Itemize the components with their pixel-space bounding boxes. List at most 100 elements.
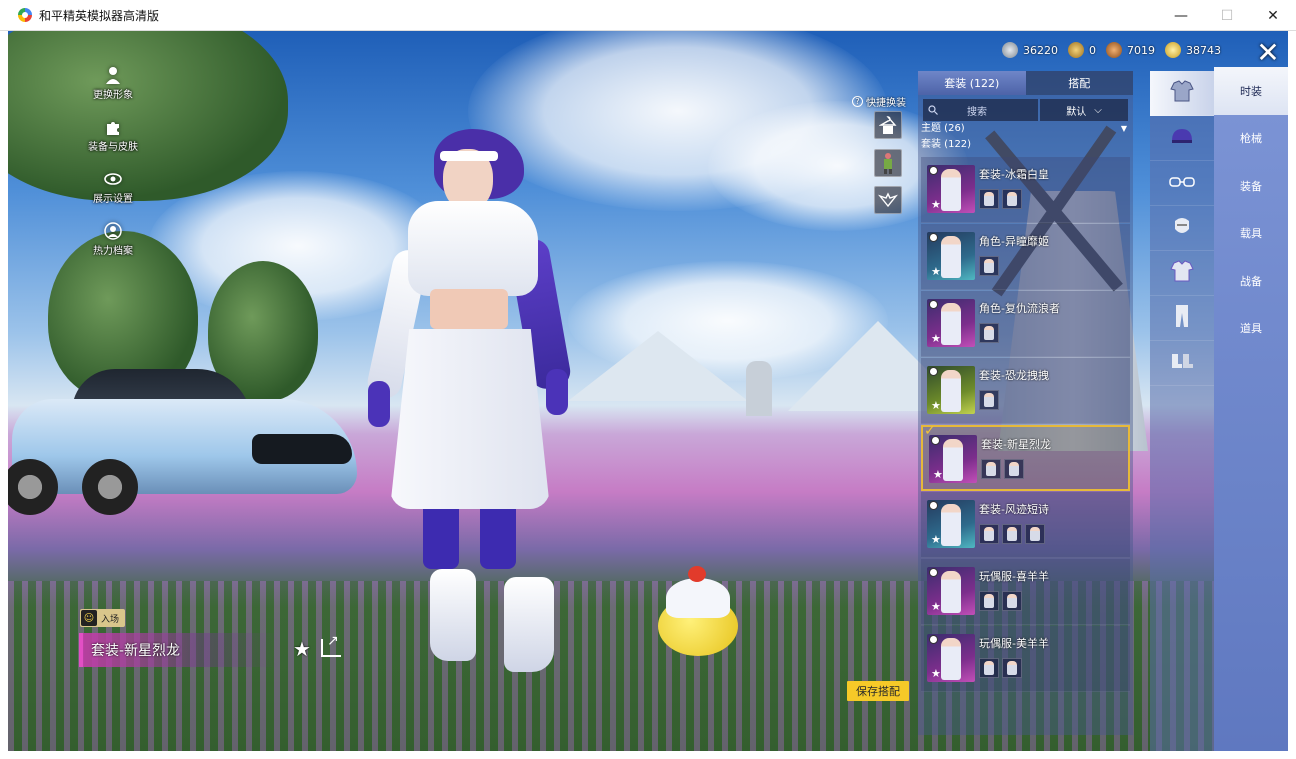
category-tab[interactable]: 战备: [1214, 257, 1288, 305]
share-icon[interactable]: [321, 633, 341, 657]
checkmark-icon: ✓: [924, 423, 936, 439]
category-top-button[interactable]: [1150, 251, 1214, 296]
outfit-part-figure: [984, 393, 994, 407]
outfit-list-item[interactable]: ★ 套装-恐龙拽拽: [921, 358, 1130, 424]
window-controls: — ☐ ✕: [1158, 0, 1296, 31]
figure-icon: [884, 153, 892, 174]
outfit-figure: [941, 571, 961, 613]
entry-badge[interactable]: ☺ 入场: [80, 609, 126, 627]
outfit-part-thumb[interactable]: [1025, 524, 1045, 544]
outfit-part-thumb[interactable]: [979, 256, 999, 276]
eye-icon: [104, 170, 122, 188]
outfit-part-figure: [984, 259, 994, 273]
category-mask-button[interactable]: [1150, 206, 1214, 251]
outfit-part-thumb[interactable]: [1002, 658, 1022, 678]
outfit-thumbnail: ★: [929, 435, 977, 483]
tab-combos[interactable]: 搭配: [1025, 71, 1133, 95]
outfit-list-item[interactable]: ★ 玩偶服-喜羊羊: [921, 559, 1130, 625]
outfit-list-item[interactable]: ★ 角色-异瞳靡姬: [921, 224, 1130, 290]
left-menu: 更换形象 装备与皮肤 展示设置 热力档案: [68, 66, 158, 274]
outfit-part-thumb[interactable]: [1004, 459, 1024, 479]
game-close-button[interactable]: ✕: [1252, 37, 1284, 69]
quick-slot-hanger[interactable]: [874, 111, 902, 139]
category-tab[interactable]: 载具: [1214, 210, 1288, 258]
category-theme[interactable]: 主题 (26) ▼: [918, 121, 1133, 137]
outfit-list-item[interactable]: ★ 套装-冰霜白皇: [921, 157, 1130, 223]
outfit-list-item[interactable]: ★ 玩偶服-美羊羊: [921, 626, 1130, 692]
outfit-part-thumb[interactable]: [1002, 524, 1022, 544]
rarity-badge-icon: [929, 233, 938, 242]
category-label-column: 时装 枪械 装备 载具 战备 道具: [1214, 67, 1288, 751]
outfit-thumbnail: ★: [927, 299, 975, 347]
search-placeholder: 搜索: [967, 106, 987, 118]
category-shoes-button[interactable]: [1150, 341, 1214, 386]
outfit-part-figure: [984, 594, 994, 608]
gold-medal-icon: [1068, 42, 1084, 58]
sort-label: 默认: [1066, 106, 1087, 118]
wings-icon: [878, 192, 898, 208]
menu-change-appearance[interactable]: 更换形象: [68, 66, 158, 118]
outfit-thumbnail: ★: [927, 567, 975, 615]
category-outfit-button[interactable]: [1150, 71, 1214, 116]
outfit-part-thumb[interactable]: [981, 459, 1001, 479]
outfit-part-thumb[interactable]: [1002, 591, 1022, 611]
category-suit[interactable]: 套装 (122): [918, 137, 1133, 153]
outfit-parts: [979, 189, 1022, 209]
category-tab[interactable]: 枪械: [1214, 115, 1288, 163]
menu-display-settings[interactable]: 展示设置: [68, 170, 158, 222]
outfit-part-figure: [984, 527, 994, 541]
outfit-icon: [1169, 79, 1195, 107]
outfit-part-figure: [984, 661, 994, 675]
save-outfit-button[interactable]: 保存搭配: [847, 681, 909, 701]
outfit-name: 角色-异瞳靡姬: [979, 235, 1049, 248]
category-tab[interactable]: 时装: [1214, 67, 1288, 115]
category-tab[interactable]: 装备: [1214, 162, 1288, 210]
outfit-part-figure: [986, 462, 996, 476]
outfit-part-thumb[interactable]: [1002, 189, 1022, 209]
player-character[interactable]: [364, 129, 573, 672]
quick-slot-emblem[interactable]: [874, 186, 902, 214]
currency-value: 38743: [1186, 43, 1221, 57]
outfit-part-thumb[interactable]: [979, 591, 999, 611]
outfit-figure: [941, 370, 961, 412]
outfit-list-item[interactable]: ★ ✓ 套装-新星烈龙: [921, 423, 1130, 491]
helmet-icon: [1170, 127, 1194, 149]
chevron-down-icon: ⌵: [1094, 104, 1102, 116]
minimize-button[interactable]: —: [1158, 0, 1204, 31]
category-pants-button[interactable]: [1150, 296, 1214, 341]
mask-icon: [1173, 215, 1191, 241]
quick-slot-outfit[interactable]: [874, 149, 902, 177]
currency-bronze: 7019: [1106, 42, 1155, 58]
currency-value: 7019: [1127, 43, 1155, 57]
outfit-part-thumb[interactable]: [979, 524, 999, 544]
outfit-part-thumb[interactable]: [979, 323, 999, 343]
outfit-figure: [943, 439, 963, 481]
tab-suits[interactable]: 套装 (122): [918, 71, 1026, 95]
favorite-star-icon[interactable]: ★: [293, 637, 311, 661]
category-goggles-button[interactable]: [1150, 161, 1214, 206]
star-icon: ★: [931, 667, 941, 680]
outfit-name: 套装-冰霜白皇: [979, 168, 1049, 181]
category-tab[interactable]: 道具: [1214, 305, 1288, 353]
search-input[interactable]: 搜索: [923, 99, 1038, 121]
outfit-part-figure: [1009, 462, 1019, 476]
menu-heat-profile[interactable]: 热力档案: [68, 222, 158, 274]
category-helmet-button[interactable]: [1150, 116, 1214, 161]
outfit-part-thumb[interactable]: [979, 390, 999, 410]
outfit-part-figure: [1007, 661, 1017, 675]
outfit-thumbnail: ★: [927, 232, 975, 280]
quick-change-label[interactable]: ? 快捷换装: [852, 94, 906, 109]
window-close-button[interactable]: ✕: [1250, 0, 1296, 31]
sort-dropdown[interactable]: 默认 ⌵: [1040, 99, 1128, 121]
rarity-badge-icon: [929, 166, 938, 175]
outfit-part-thumb[interactable]: [979, 658, 999, 678]
star-icon: ★: [931, 399, 941, 412]
outfit-part-thumb[interactable]: [979, 189, 999, 209]
menu-equipment-skins[interactable]: 装备与皮肤: [68, 118, 158, 170]
outfit-list-item[interactable]: ★ 套装-风迹短诗: [921, 492, 1130, 558]
outfit-list-item[interactable]: ★ 角色-复仇流浪者: [921, 291, 1130, 357]
rarity-badge-icon: [929, 300, 938, 309]
chick-eggshell: [666, 578, 730, 618]
maximize-button[interactable]: ☐: [1204, 0, 1250, 31]
outfit-name: 玩偶服-喜羊羊: [979, 570, 1049, 583]
